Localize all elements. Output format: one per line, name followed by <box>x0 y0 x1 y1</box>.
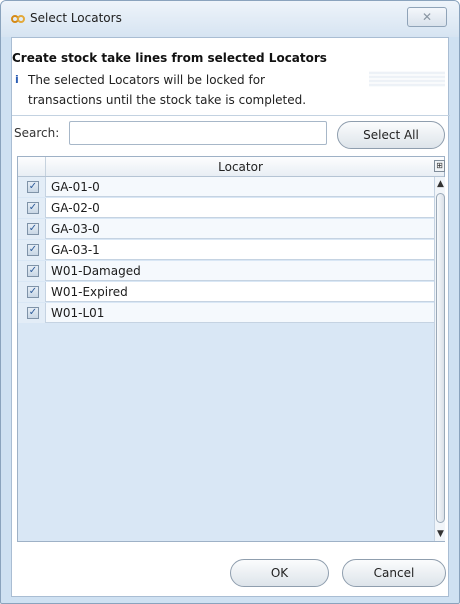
search-label: Search: <box>14 126 60 140</box>
scroll-up-icon[interactable]: ▲ <box>435 177 446 191</box>
link-chain-icon <box>11 15 25 23</box>
selection-column-header[interactable] <box>18 157 46 176</box>
table-row[interactable]: ✓ GA-03-0 <box>18 219 434 239</box>
row-selector: ✓ <box>18 198 46 218</box>
decorative-bar <box>369 71 445 87</box>
title-bar: Select Locators ✕ <box>1 1 459 37</box>
locator-cell: GA-03-1 <box>51 243 100 257</box>
row-checkbox[interactable]: ✓ <box>27 286 39 298</box>
select-locators-dialog: Select Locators ✕ Create stock take line… <box>0 0 460 604</box>
info-icon: i <box>15 73 19 86</box>
locator-column-header[interactable]: Locator <box>46 160 435 174</box>
table-row[interactable]: ✓ W01-Damaged <box>18 261 434 281</box>
column-menu-icon[interactable]: ⊞ <box>434 160 445 172</box>
dialog-header: Create stock take lines from selected Lo… <box>12 51 327 65</box>
row-checkbox[interactable]: ✓ <box>27 181 39 193</box>
locator-grid: Locator ⊞ ✓ GA-01-0 ✓ GA-02-0 ✓ GA-03-0 <box>17 156 445 542</box>
locator-cell: W01-L01 <box>51 306 105 320</box>
separator <box>12 115 450 116</box>
row-selector: ✓ <box>18 282 46 302</box>
table-row[interactable]: ✓ W01-L01 <box>18 303 434 323</box>
row-checkbox[interactable]: ✓ <box>27 265 39 277</box>
table-row[interactable]: ✓ GA-01-0 <box>18 177 434 197</box>
row-checkbox[interactable]: ✓ <box>27 244 39 256</box>
row-selector: ✓ <box>18 219 46 239</box>
grid-header: Locator ⊞ <box>18 157 445 177</box>
vertical-scrollbar[interactable]: ▲ ▼ <box>434 177 445 541</box>
row-selector: ✓ <box>18 177 46 197</box>
locator-cell: W01-Damaged <box>51 264 141 278</box>
window-title: Select Locators <box>30 11 122 25</box>
cancel-button[interactable]: Cancel <box>342 559 446 587</box>
locator-cell: GA-01-0 <box>51 180 100 194</box>
row-selector: ✓ <box>18 303 46 323</box>
close-button[interactable]: ✕ <box>407 7 447 27</box>
info-text-line-2: transactions until the stock take is com… <box>28 93 307 107</box>
info-text-line-1: The selected Locators will be locked for <box>28 73 265 87</box>
row-checkbox[interactable]: ✓ <box>27 223 39 235</box>
table-row[interactable]: ✓ GA-02-0 <box>18 198 434 218</box>
row-checkbox[interactable]: ✓ <box>27 202 39 214</box>
scroll-down-icon[interactable]: ▼ <box>435 527 446 541</box>
select-all-button[interactable]: Select All <box>337 121 445 149</box>
table-row[interactable]: ✓ W01-Expired <box>18 282 434 302</box>
ok-button[interactable]: OK <box>230 559 329 587</box>
row-checkbox[interactable]: ✓ <box>27 307 39 319</box>
locator-cell: GA-02-0 <box>51 201 100 215</box>
locator-cell: GA-03-0 <box>51 222 100 236</box>
row-selector: ✓ <box>18 261 46 281</box>
locator-cell: W01-Expired <box>51 285 128 299</box>
scroll-thumb[interactable] <box>436 193 445 523</box>
search-input[interactable] <box>69 121 327 145</box>
table-row[interactable]: ✓ GA-03-1 <box>18 240 434 260</box>
row-selector: ✓ <box>18 240 46 260</box>
